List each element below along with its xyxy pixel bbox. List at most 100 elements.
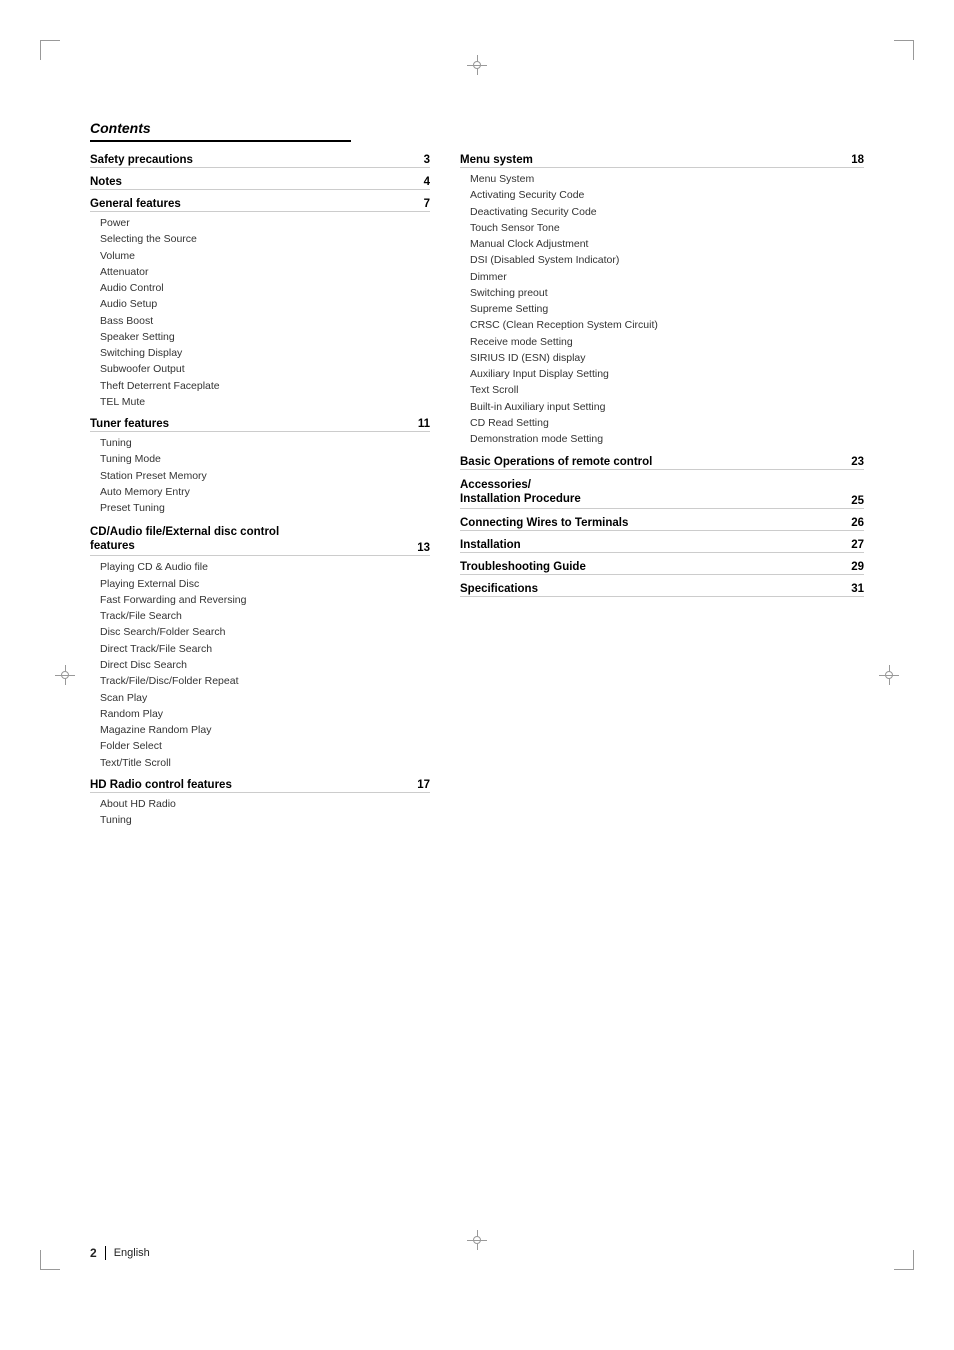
list-item: Deactivating Security Code — [460, 204, 864, 220]
list-item: Folder Select — [90, 738, 430, 754]
list-item: Audio Control — [90, 280, 430, 296]
list-item: Built-in Auxiliary input Setting — [460, 399, 864, 415]
list-item: Auto Memory Entry — [90, 484, 430, 500]
section-tuner-title: Tuner features — [90, 418, 169, 430]
section-basic-ops: Basic Operations of remote control 23 — [460, 456, 864, 470]
list-item: Direct Disc Search — [90, 657, 430, 673]
corner-mark-br — [894, 1250, 914, 1270]
section-accessories-line2: Installation Procedure — [460, 493, 581, 505]
list-item: Switching preout — [460, 285, 864, 301]
section-tuner-page: 11 — [418, 418, 430, 430]
section-cd-title-line2: features — [90, 540, 135, 552]
section-hd-title: HD Radio control features — [90, 779, 232, 791]
section-cd-title: CD/Audio file/External disc control feat… — [90, 525, 279, 555]
section-notes: Notes 4 — [90, 176, 430, 190]
list-item: Auxiliary Input Display Setting — [460, 366, 864, 382]
list-item: Manual Clock Adjustment — [460, 236, 864, 252]
section-specifications: Specifications 31 — [460, 583, 864, 597]
list-item: Activating Security Code — [460, 187, 864, 203]
crosshair-top-circle — [473, 61, 481, 69]
section-notes-page: 4 — [424, 176, 430, 188]
section-troubleshooting-header: Troubleshooting Guide 29 — [460, 561, 864, 575]
section-accessories-header: Accessories/ Installation Procedure 25 — [460, 478, 864, 510]
footer-separator — [105, 1246, 106, 1260]
list-item: Fast Forwarding and Reversing — [90, 592, 430, 608]
corner-mark-tr — [894, 40, 914, 60]
list-item: Text/Title Scroll — [90, 755, 430, 771]
section-basic-header: Basic Operations of remote control 23 — [460, 456, 864, 470]
crosshair-bottom — [467, 1230, 487, 1250]
section-general-title: General features — [90, 198, 181, 210]
list-item: Tuning — [90, 435, 430, 451]
list-item: Text Scroll — [460, 382, 864, 398]
toc-left-column: Safety precautions 3 Notes 4 General fea… — [90, 154, 430, 836]
list-item: Attenuator — [90, 264, 430, 280]
list-item: Dimmer — [460, 269, 864, 285]
section-accessories: Accessories/ Installation Procedure 25 — [460, 478, 864, 510]
toc-columns: Safety precautions 3 Notes 4 General fea… — [90, 154, 864, 836]
toc-right-column: Menu system 18 Menu SystemActivating Sec… — [460, 154, 864, 836]
section-connecting-title: Connecting Wires to Terminals — [460, 517, 628, 529]
list-item: CD Read Setting — [460, 415, 864, 431]
list-item: Speaker Setting — [90, 329, 430, 345]
list-item: Track/File/Disc/Folder Repeat — [90, 673, 430, 689]
section-cd-title-line1: CD/Audio file/External disc control — [90, 526, 279, 538]
list-item: Tuning Mode — [90, 451, 430, 467]
list-item: Preset Tuning — [90, 500, 430, 516]
section-safety-page: 3 — [424, 154, 430, 166]
section-menu-title: Menu system — [460, 154, 533, 166]
section-specifications-header: Specifications 31 — [460, 583, 864, 597]
list-item: Bass Boost — [90, 313, 430, 329]
list-item: Playing CD & Audio file — [90, 559, 430, 575]
section-menu-page: 18 — [851, 154, 864, 166]
section-accessories-title: Accessories/ Installation Procedure — [460, 478, 581, 508]
list-item: Playing External Disc — [90, 576, 430, 592]
list-item: Tuning — [90, 812, 430, 828]
list-item: Power — [90, 215, 430, 231]
section-basic-title: Basic Operations of remote control — [460, 456, 652, 468]
section-tuner: Tuner features 11 TuningTuning ModeStati… — [90, 418, 430, 516]
page-title: Contents — [90, 120, 351, 142]
section-general-header: General features 7 — [90, 198, 430, 212]
footer-language: English — [114, 1247, 150, 1259]
section-connecting: Connecting Wires to Terminals 26 — [460, 517, 864, 531]
section-accessories-line1: Accessories/ — [460, 479, 531, 491]
section-cd-header: CD/Audio file/External disc control feat… — [90, 525, 430, 557]
section-cd-audio: CD/Audio file/External disc control feat… — [90, 525, 430, 771]
section-hd-items: About HD RadioTuning — [90, 796, 430, 829]
section-specifications-page: 31 — [851, 583, 864, 595]
section-installation-title: Installation — [460, 539, 521, 551]
section-troubleshooting: Troubleshooting Guide 29 — [460, 561, 864, 575]
section-connecting-page: 26 — [851, 517, 864, 529]
section-menu-items: Menu SystemActivating Security CodeDeact… — [460, 171, 864, 448]
crosshair-left-circle — [61, 671, 69, 679]
section-connecting-header: Connecting Wires to Terminals 26 — [460, 517, 864, 531]
list-item: Station Preset Memory — [90, 468, 430, 484]
section-safety: Safety precautions 3 — [90, 154, 430, 168]
list-item: Menu System — [460, 171, 864, 187]
list-item: Demonstration mode Setting — [460, 431, 864, 447]
list-item: DSI (Disabled System Indicator) — [460, 252, 864, 268]
list-item: About HD Radio — [90, 796, 430, 812]
section-safety-header: Safety precautions 3 — [90, 154, 430, 168]
list-item: Direct Track/File Search — [90, 641, 430, 657]
section-troubleshooting-page: 29 — [851, 561, 864, 573]
list-item: TEL Mute — [90, 394, 430, 410]
crosshair-right-circle — [885, 671, 893, 679]
section-general: General features 7 PowerSelecting the So… — [90, 198, 430, 410]
list-item: Supreme Setting — [460, 301, 864, 317]
section-accessories-page: 25 — [851, 495, 864, 507]
list-item: Audio Setup — [90, 296, 430, 312]
section-hd-header: HD Radio control features 17 — [90, 779, 430, 793]
list-item: SIRIUS ID (ESN) display — [460, 350, 864, 366]
page-footer: 2 English — [90, 1246, 150, 1260]
page: Contents Safety precautions 3 Notes 4 — [0, 0, 954, 1350]
list-item: Magazine Random Play — [90, 722, 430, 738]
section-safety-title: Safety precautions — [90, 154, 193, 166]
list-item: Selecting the Source — [90, 231, 430, 247]
list-item: Subwoofer Output — [90, 361, 430, 377]
list-item: CRSC (Clean Reception System Circuit) — [460, 317, 864, 333]
section-basic-page: 23 — [851, 456, 864, 468]
list-item: Touch Sensor Tone — [460, 220, 864, 236]
footer-page-number: 2 — [90, 1246, 97, 1260]
